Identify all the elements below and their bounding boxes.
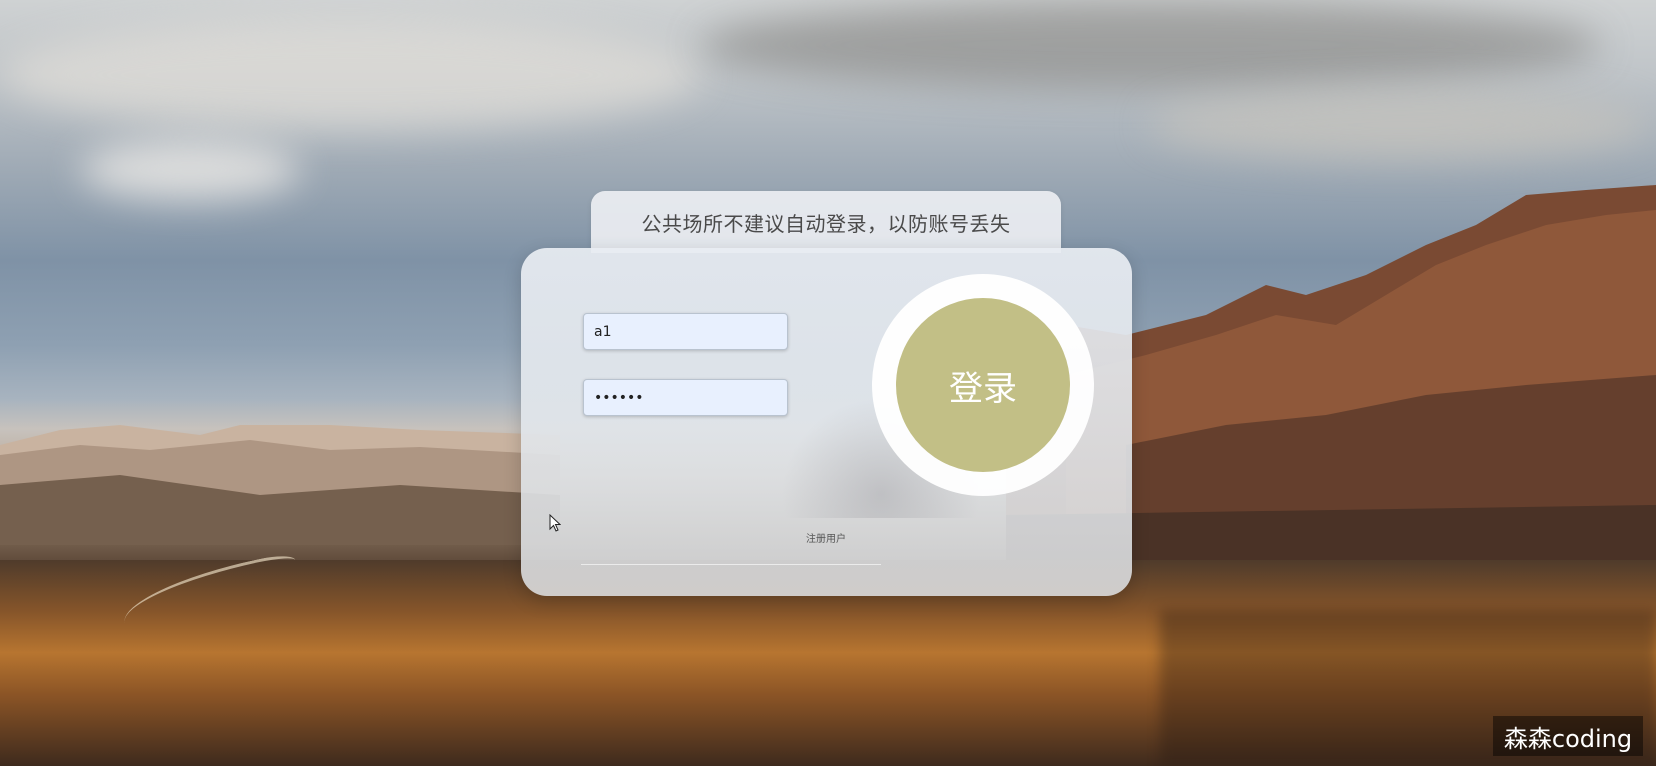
cloud [80,140,300,200]
background-landscape: 公共场所不建议自动登录，以防账号丢失 登录 注册用户 森森coding [0,0,1656,766]
notice-text: 公共场所不建议自动登录，以防账号丢失 [641,211,1011,236]
login-card: 登录 注册用户 [521,248,1132,596]
notice-tab: 公共场所不建议自动登录，以防账号丢失 [591,191,1061,253]
watermark: 森森coding [1493,716,1643,756]
distant-mountains [0,425,560,545]
cloud [0,20,700,130]
username-input[interactable] [583,313,788,350]
login-button-ring: 登录 [872,274,1094,496]
cloud [1150,90,1650,160]
watermark-text: 森森coding [1503,724,1633,753]
divider [581,564,881,565]
cloud [700,0,1600,90]
register-link[interactable]: 注册用户 [806,530,846,545]
password-input[interactable] [583,379,788,416]
login-button[interactable]: 登录 [896,298,1070,472]
mouse-pointer-icon [549,514,561,532]
